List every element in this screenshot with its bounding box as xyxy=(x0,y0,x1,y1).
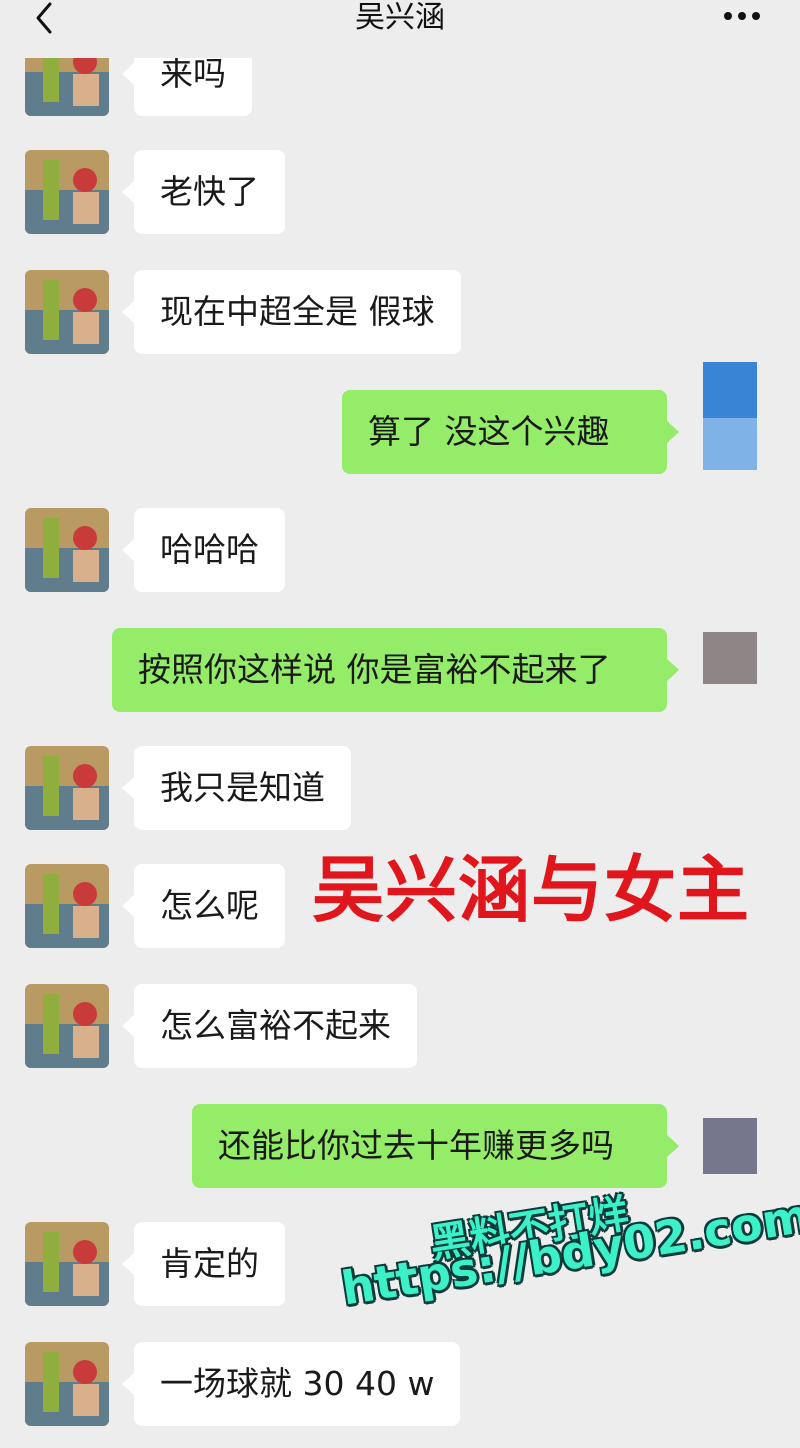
contact-avatar[interactable] xyxy=(25,864,109,948)
contact-avatar[interactable] xyxy=(25,1222,109,1306)
incoming-message-bubble[interactable]: 一场球就 30 40 w xyxy=(121,1342,461,1426)
contact-avatar[interactable] xyxy=(25,270,109,354)
incoming-message-bubble[interactable]: 怎么富裕不起来 xyxy=(122,984,417,1068)
incoming-message-bubble[interactable]: 怎么呢 xyxy=(122,864,285,948)
incoming-message-bubble[interactable]: 肯定的 xyxy=(122,1222,285,1306)
outgoing-message-bubble[interactable]: 还能比你过去十年赚更多吗 xyxy=(192,1104,679,1188)
self-avatar[interactable] xyxy=(703,362,757,470)
self-avatar[interactable] xyxy=(703,1118,757,1174)
self-avatar[interactable] xyxy=(703,632,757,684)
outgoing-message-bubble[interactable]: 算了 没这个兴趣 xyxy=(342,390,679,474)
contact-avatar[interactable] xyxy=(25,150,109,234)
contact-avatar[interactable] xyxy=(25,984,109,1068)
overlay-caption: 吴兴涵与女主 xyxy=(312,848,751,932)
incoming-message-bubble[interactable]: 哈哈哈 xyxy=(122,508,285,592)
incoming-message-bubble[interactable]: 老快了 xyxy=(122,150,285,234)
contact-avatar[interactable] xyxy=(25,746,109,830)
chat-title: 吴兴涵 xyxy=(355,0,445,35)
ellipsis-icon[interactable] xyxy=(722,10,762,22)
outgoing-message-bubble[interactable]: 按照你这样说 你是富裕不起来了 xyxy=(112,628,679,712)
contact-avatar[interactable] xyxy=(25,508,109,592)
incoming-message-bubble[interactable]: 我只是知道 xyxy=(122,746,351,830)
incoming-message-bubble[interactable]: 现在中超全是 假球 xyxy=(122,270,461,354)
chat-header: 吴兴涵 xyxy=(0,0,800,58)
contact-avatar[interactable] xyxy=(25,1342,109,1426)
